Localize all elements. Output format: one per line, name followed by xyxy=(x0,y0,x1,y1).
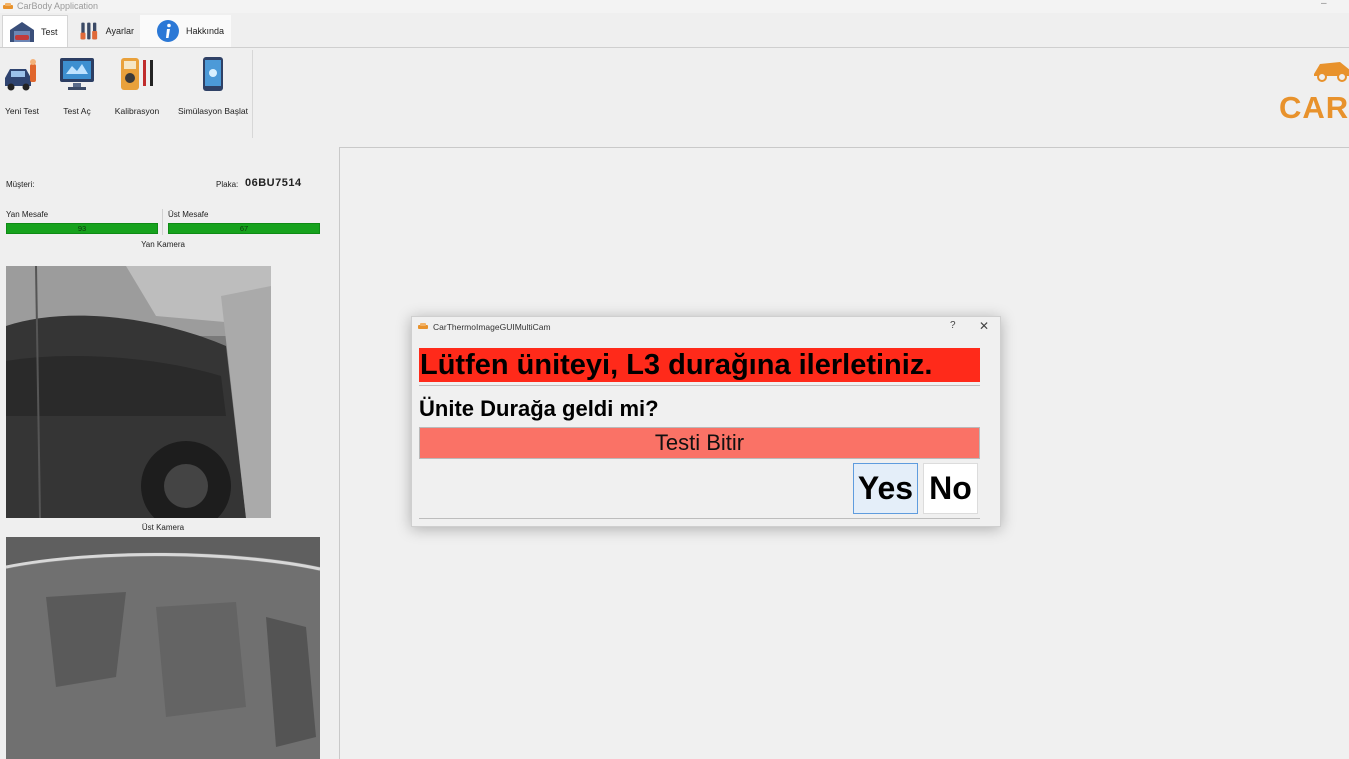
no-button[interactable]: No xyxy=(923,463,978,514)
side-distance-label: Yan Mesafe xyxy=(6,210,49,219)
phone-simulation-icon xyxy=(203,57,223,91)
window-title: CarBody Application xyxy=(17,1,99,11)
car-app-icon xyxy=(418,323,428,329)
tab-label: Ayarlar xyxy=(105,26,134,36)
calibration-button[interactable]: Kalibrasyon xyxy=(115,56,159,116)
tab-label: Test xyxy=(41,26,58,37)
dialog-bottom-divider xyxy=(419,518,980,519)
confirmation-dialog: CarThermoImageGUIMultiCam ? ✕ Lütfen üni… xyxy=(411,316,1001,527)
dialog-divider xyxy=(419,385,980,386)
car-logo-icon xyxy=(1314,62,1349,82)
car-app-icon xyxy=(3,3,13,9)
yes-button[interactable]: Yes xyxy=(853,463,918,514)
garage-icon xyxy=(10,21,34,42)
new-test-button[interactable]: Yeni Test xyxy=(2,56,42,116)
plate-value: 06BU7514 xyxy=(245,177,302,189)
ribbon-label: Test Aç xyxy=(63,106,91,116)
alert-message: Lütfen üniteyi, L3 durağına ilerletiniz. xyxy=(419,348,980,382)
tab-label: Hakkında xyxy=(185,26,224,36)
side-camera-caption: Yan Kamera xyxy=(141,240,185,249)
ribbon-label: Yeni Test xyxy=(4,106,40,116)
side-distance-bar: 93 xyxy=(6,223,158,234)
brand-logo: CARM xyxy=(1279,56,1349,131)
side-camera-image xyxy=(6,266,271,518)
top-camera-feed xyxy=(6,537,320,759)
side-camera-feed xyxy=(6,266,271,518)
top-camera-caption: Üst Kamera xyxy=(141,523,185,532)
open-test-button[interactable]: Test Aç xyxy=(57,56,97,116)
plate-label: Plaka: xyxy=(216,180,239,189)
minimize-button[interactable]: – xyxy=(1321,0,1327,9)
customer-label: Müşteri: xyxy=(6,180,35,189)
distance-divider xyxy=(162,209,163,235)
ribbon-label: Simülasyon Başlat xyxy=(178,106,248,116)
open-test-icon xyxy=(60,58,94,90)
tools-icon xyxy=(80,22,98,40)
top-camera-image xyxy=(6,537,320,759)
brand-text: CARM xyxy=(1279,90,1349,125)
info-icon xyxy=(156,20,179,42)
side-distance-value: 93 xyxy=(77,224,87,233)
multimeter-icon xyxy=(121,58,153,90)
dialog-question: Ünite Durağa geldi mi? xyxy=(419,396,659,421)
new-test-icon xyxy=(5,59,36,91)
dialog-title: CarThermoImageGUIMultiCam xyxy=(433,322,551,332)
tab-about[interactable]: Hakkında xyxy=(150,15,230,47)
window-titlebar: CarBody Application – xyxy=(0,0,1349,13)
top-distance-label: Üst Mesafe xyxy=(168,210,209,219)
tab-test[interactable]: Test xyxy=(2,15,68,47)
top-distance-bar: 67 xyxy=(168,223,320,234)
finish-test-button[interactable]: Testi Bitir xyxy=(419,427,980,459)
ribbon-tabbar: Test Ayarlar Hakkında xyxy=(0,14,1349,48)
ribbon-separator xyxy=(252,50,253,138)
top-distance-value: 67 xyxy=(239,224,249,233)
ribbon-label: Kalibrasyon xyxy=(114,106,160,116)
close-button[interactable]: ✕ xyxy=(979,319,989,333)
start-simulation-button[interactable]: Simülasyon Başlat xyxy=(178,56,248,116)
tab-settings[interactable]: Ayarlar xyxy=(72,15,140,47)
help-button[interactable]: ? xyxy=(950,320,956,331)
